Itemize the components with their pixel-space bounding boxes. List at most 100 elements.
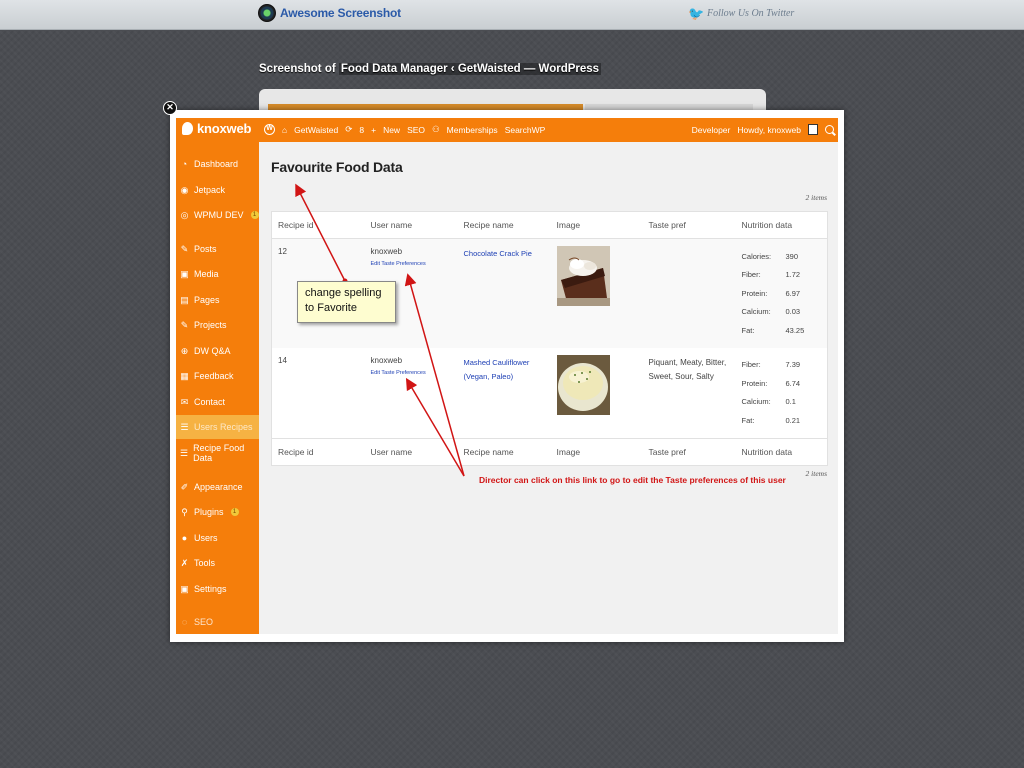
recipe-name-link[interactable]: Mashed Cauliflower (Vegan, Paleo)	[464, 356, 545, 384]
nutrition-value: 6.97	[785, 288, 801, 298]
sidebar-item-appearance[interactable]: ✐ Appearance	[176, 475, 259, 499]
brush-icon: ✐	[180, 481, 189, 492]
nutrition-label: Fat:	[741, 325, 755, 335]
column-header-recipe-name[interactable]: Recipe name	[457, 211, 551, 239]
column-header-image[interactable]: Image	[550, 211, 643, 239]
plus-icon: +	[371, 124, 377, 135]
nutrition-value: 43.25	[785, 325, 805, 335]
column-footer-recipe-name[interactable]: Recipe name	[457, 437, 551, 465]
sidebar-item-label: Projects	[194, 320, 227, 330]
sidebar-item-recipe-food-data[interactable]: ☰ Recipe Food Data	[176, 441, 259, 465]
annotation-note: change spelling to Favorite	[297, 281, 396, 323]
sidebar-item-seo[interactable]: ◌ SEO	[176, 610, 259, 634]
sidebar-item-dw-qa[interactable]: ⊕ DW Q&A	[176, 339, 259, 363]
annotation-red-note: Director can click on this link to go to…	[479, 475, 786, 485]
nutrition-value: 6.74	[785, 378, 801, 388]
table-header-row: Recipe id User name Recipe name Image Ta…	[271, 211, 828, 239]
column-header-taste-pref[interactable]: Taste pref	[642, 211, 736, 239]
sidebar-item-label: Feedback	[194, 371, 234, 381]
sidebar-item-label: Settings	[194, 584, 227, 594]
nutrition-row: Fat: 0.21	[742, 411, 801, 430]
mashed-cauliflower-image[interactable]	[556, 354, 610, 415]
nutrition-label: Calcium:	[741, 307, 771, 317]
cell-image	[550, 238, 643, 348]
developer-link[interactable]: Developer	[692, 125, 731, 135]
sidebar-item-settings[interactable]: ▣ Settings	[176, 577, 259, 601]
site-name-link[interactable]: GetWaisted	[294, 125, 338, 135]
sidebar-item-tools[interactable]: ✗ Tools	[176, 551, 259, 575]
twitter-follow-link[interactable]: 🐦 Follow Us On Twitter	[688, 7, 794, 20]
nutrition-value: 0.1	[785, 397, 796, 407]
table-footer-row: Recipe id User name Recipe name Image Ta…	[271, 437, 828, 465]
dashboard-icon: ◔	[181, 158, 188, 169]
recipe-name-link[interactable]: Chocolate Crack Pie	[464, 247, 545, 261]
column-header-user-name[interactable]: User name	[364, 211, 458, 239]
column-footer-recipe-id[interactable]: Recipe id	[271, 437, 365, 465]
column-footer-taste-pref[interactable]: Taste pref	[642, 437, 736, 465]
memberships-link[interactable]: Memberships	[447, 125, 498, 135]
column-footer-image[interactable]: Image	[550, 437, 643, 465]
knoxweb-logo[interactable]: knoxweb	[182, 121, 251, 136]
list-icon: ☰	[180, 447, 189, 458]
home-icon: ⌂	[282, 124, 288, 135]
howdy-user-link[interactable]: Howdy, knoxweb	[737, 125, 801, 135]
column-footer-nutrition-data[interactable]: Nutrition data	[735, 437, 828, 465]
media-icon: ▣	[180, 268, 189, 279]
nutrition-row: Calcium: 0.03	[742, 303, 805, 322]
admin-sidebar: ◔ Dashboard ◉ Jetpack ◎ WPMU DEV 1 ✎ Pos…	[176, 142, 259, 634]
nutrition-row: Calories: 390	[742, 247, 805, 266]
cell-recipe-name: Mashed Cauliflower (Vegan, Paleo)	[458, 348, 551, 439]
user-icon: ●	[181, 532, 188, 543]
sidebar-item-wpmu-dev[interactable]: ◎ WPMU DEV 1	[176, 203, 259, 227]
nutrition-row: Protein: 6.74	[742, 374, 801, 393]
sidebar-item-jetpack[interactable]: ◉ Jetpack	[176, 178, 259, 202]
sidebar-item-posts[interactable]: ✎ Posts	[176, 237, 259, 261]
edit-taste-preferences-link[interactable]: Edit Taste Preferences	[371, 261, 452, 267]
nutrition-row: Fiber: 7.39	[742, 356, 801, 375]
new-link[interactable]: New	[383, 125, 400, 135]
user-name: knoxweb	[370, 355, 403, 365]
sidebar-item-pages[interactable]: ▤ Pages	[176, 288, 259, 312]
cell-recipe-id: 14	[278, 355, 287, 365]
admin-bar-left: W ⌂ GetWaisted ⟳ 8 + New SEO ⚇ Membershi…	[264, 124, 545, 135]
cell-taste-pref	[642, 238, 736, 348]
nutrition-value: 1.72	[785, 270, 801, 280]
sidebar-item-label: Media	[194, 269, 219, 279]
screenshot-page-title: Food Data Manager ‹ GetWaisted — WordPre…	[338, 63, 602, 75]
items-count-top: 2 items	[805, 193, 827, 202]
sidebar-item-contact[interactable]: ✉ Contact	[176, 390, 259, 414]
sidebar-item-label: Contact	[194, 397, 226, 407]
knoxweb-logo-text: knoxweb	[197, 121, 252, 136]
sidebar-item-label: DW Q&A	[194, 346, 231, 356]
updates-count[interactable]: 8	[359, 125, 364, 135]
sidebar-item-users-recipes[interactable]: ☰ Users Recipes	[176, 415, 259, 439]
column-header-nutrition-data[interactable]: Nutrition data	[735, 211, 828, 239]
sidebar-item-label: Users Recipes	[194, 422, 253, 432]
twitter-follow-text: Follow Us On Twitter	[707, 8, 795, 19]
column-footer-user-name[interactable]: User name	[364, 437, 458, 465]
wordpress-icon[interactable]: W	[264, 124, 275, 135]
sidebar-item-media[interactable]: ▣ Media	[176, 262, 259, 286]
plug-icon: ⚲	[181, 506, 188, 517]
nutrition-value: 7.39	[785, 360, 801, 370]
column-header-recipe-id[interactable]: Recipe id	[271, 211, 365, 239]
sidebar-item-plugins[interactable]: ⚲ Plugins 1	[176, 500, 259, 524]
nutrition-label: Protein:	[741, 378, 768, 388]
close-lightbox-button[interactable]: ✕	[163, 101, 177, 115]
chocolate-pie-image[interactable]	[556, 246, 610, 306]
sidebar-item-feedback[interactable]: ▦ Feedback	[176, 364, 259, 388]
favourite-food-table: Recipe id User name Recipe name Image Ta…	[271, 211, 828, 466]
searchwp-link[interactable]: SearchWP	[505, 125, 546, 135]
sidebar-item-projects[interactable]: ✎ Projects	[176, 313, 259, 337]
edit-taste-preferences-link[interactable]: Edit Taste Preferences	[371, 370, 452, 376]
cell-nutrition-data: Fiber: 7.39 Protein: 6.74 Calcium: 0.1 Fat:…	[736, 348, 828, 439]
viewer-brand[interactable]: Awesome Screenshot	[258, 4, 401, 22]
seo-link[interactable]: SEO	[407, 125, 425, 135]
sidebar-item-users[interactable]: ● Users	[176, 526, 259, 550]
nutrition-value: 390	[785, 251, 799, 261]
avatar[interactable]	[808, 124, 818, 135]
table-row: 14 knoxweb Edit Taste Preferences Mashed…	[272, 348, 828, 439]
sidebar-item-dashboard[interactable]: ◔ Dashboard	[176, 152, 259, 176]
search-icon[interactable]	[825, 125, 834, 134]
screenshot-title: Screenshot of Food Data Manager ‹ GetWai…	[259, 63, 602, 75]
